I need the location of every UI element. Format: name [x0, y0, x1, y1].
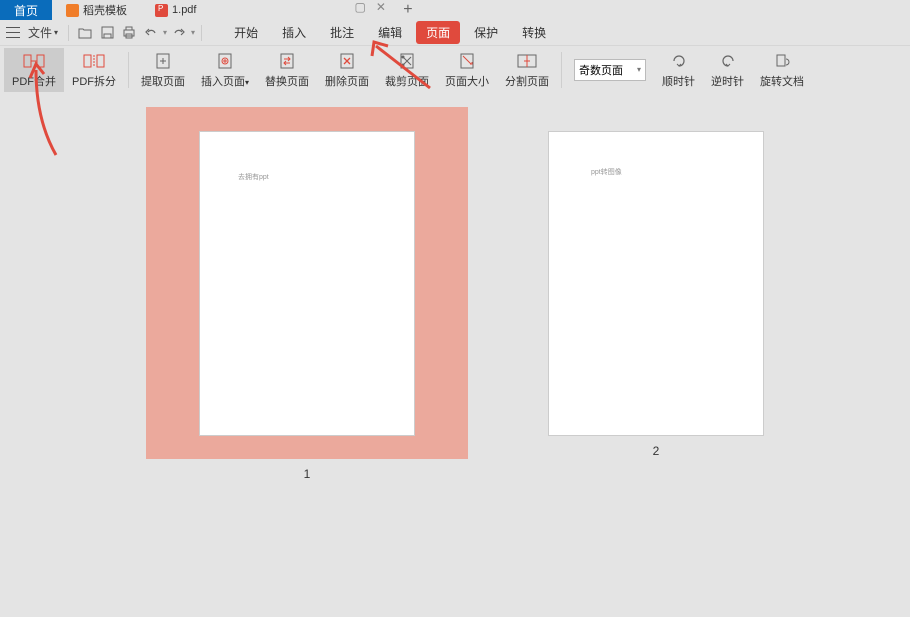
pdf-file-icon	[155, 4, 168, 17]
menu-start[interactable]: 开始	[224, 21, 268, 44]
separator	[561, 52, 562, 88]
tab-add-button[interactable]: +	[394, 0, 422, 20]
menu-convert[interactable]: 转换	[512, 21, 556, 44]
separator	[68, 25, 69, 41]
toolbar: PDF合并 PDF拆分 提取页面 插入页面▾ 替换页面 删除页面 裁剪	[0, 46, 910, 93]
tab-label: 1.pdf	[172, 4, 196, 16]
tool-label: 顺时针	[662, 73, 695, 89]
redo-icon[interactable]	[169, 23, 189, 43]
separator	[201, 25, 202, 41]
tool-label: 删除页面	[325, 73, 369, 89]
tab-home[interactable]: 首页	[0, 0, 52, 20]
page-size-icon	[456, 51, 478, 71]
insert-page-icon	[214, 51, 236, 71]
page-select-dropdown[interactable]: 奇数页面 ▾	[574, 59, 646, 81]
rotate-doc-icon	[771, 51, 793, 71]
menu-edit[interactable]: 编辑	[368, 21, 412, 44]
tool-split-page[interactable]: 分割页面	[497, 48, 557, 92]
tool-pdf-split[interactable]: PDF拆分	[64, 48, 124, 92]
tool-extract-page[interactable]: 提取页面	[133, 48, 193, 92]
delete-page-icon	[336, 51, 358, 71]
tool-label: 页面大小	[445, 73, 489, 89]
undo-dropdown-icon[interactable]: ▾	[163, 28, 167, 37]
menu-bar: 文件 ▾ ▾ ▾ 开始 插入 批注 编辑 页面 保护 转换	[0, 20, 910, 46]
page-2-text: ppt转图像	[591, 167, 622, 177]
menu-page[interactable]: 页面	[416, 21, 460, 44]
page-thumb-1[interactable]: 去拥有ppt	[146, 107, 468, 459]
redo-dropdown-icon[interactable]: ▾	[191, 28, 195, 37]
page-thumb-1-wrap: 去拥有ppt 1	[146, 107, 468, 481]
page-select-value: 奇数页面	[579, 62, 623, 78]
tab-window-controls: ▢ ✕	[354, 0, 393, 20]
tool-label: 旋转文档	[760, 73, 804, 89]
template-icon	[66, 4, 79, 17]
tool-label: 裁剪页面	[385, 73, 429, 89]
tool-pdf-merge[interactable]: PDF合并	[4, 48, 64, 92]
tab-pdf[interactable]: 1.pdf	[141, 0, 214, 20]
separator	[128, 52, 129, 88]
tab-template[interactable]: 稻壳模板	[52, 0, 141, 20]
replace-page-icon	[276, 51, 298, 71]
rotate-cw-icon	[668, 51, 690, 71]
tool-label: PDF拆分	[72, 73, 116, 89]
pdf-merge-icon	[23, 51, 45, 71]
page-thumb-2-wrap: ppt转图像 2	[548, 107, 764, 458]
page-1-content: 去拥有ppt	[199, 131, 415, 436]
main-menu: 开始 插入 批注 编辑 页面 保护 转换	[224, 21, 556, 44]
page-1-text: 去拥有ppt	[238, 172, 269, 182]
crop-page-icon	[396, 51, 418, 71]
tool-rotate-ccw[interactable]: 逆时针	[703, 48, 752, 92]
tab-bar: 首页 稻壳模板 1.pdf ▢ ✕ +	[0, 0, 910, 20]
tool-insert-page[interactable]: 插入页面▾	[193, 48, 257, 92]
tool-label: 分割页面	[505, 73, 549, 89]
page-2-number: 2	[653, 444, 660, 458]
open-folder-icon[interactable]	[75, 23, 95, 43]
menu-insert[interactable]: 插入	[272, 21, 316, 44]
tab-close-icon[interactable]: ✕	[376, 0, 386, 20]
menu-comment[interactable]: 批注	[320, 21, 364, 44]
tool-crop-page[interactable]: 裁剪页面	[377, 48, 437, 92]
tool-label: 替换页面	[265, 73, 309, 89]
menu-protect[interactable]: 保护	[464, 21, 508, 44]
window-minimize-icon[interactable]: ▢	[354, 0, 365, 20]
page-thumbnail-area: 去拥有ppt 1 ppt转图像 2	[0, 93, 910, 617]
tool-replace-page[interactable]: 替换页面	[257, 48, 317, 92]
file-menu-label: 文件	[28, 24, 52, 41]
chevron-down-icon: ▾	[54, 28, 58, 37]
save-icon[interactable]	[97, 23, 117, 43]
print-icon[interactable]	[119, 23, 139, 43]
hamburger-icon[interactable]	[6, 27, 20, 38]
tool-page-size[interactable]: 页面大小	[437, 48, 497, 92]
tool-label: 逆时针	[711, 73, 744, 89]
tool-label: PDF合并	[12, 73, 56, 89]
chevron-down-icon: ▾	[637, 65, 641, 74]
split-page-icon	[516, 51, 538, 71]
undo-icon[interactable]	[141, 23, 161, 43]
tool-rotate-doc[interactable]: 旋转文档	[752, 48, 812, 92]
page-1-number: 1	[304, 467, 311, 481]
rotate-ccw-icon	[717, 51, 739, 71]
tool-label: 插入页面▾	[201, 73, 249, 89]
tool-rotate-cw[interactable]: 顺时针	[654, 48, 703, 92]
file-menu[interactable]: 文件 ▾	[24, 24, 62, 41]
tab-label: 稻壳模板	[83, 2, 127, 18]
tool-label: 提取页面	[141, 73, 185, 89]
tool-delete-page[interactable]: 删除页面	[317, 48, 377, 92]
extract-page-icon	[152, 51, 174, 71]
pdf-split-icon	[83, 51, 105, 71]
page-thumb-2[interactable]: ppt转图像	[548, 131, 764, 436]
